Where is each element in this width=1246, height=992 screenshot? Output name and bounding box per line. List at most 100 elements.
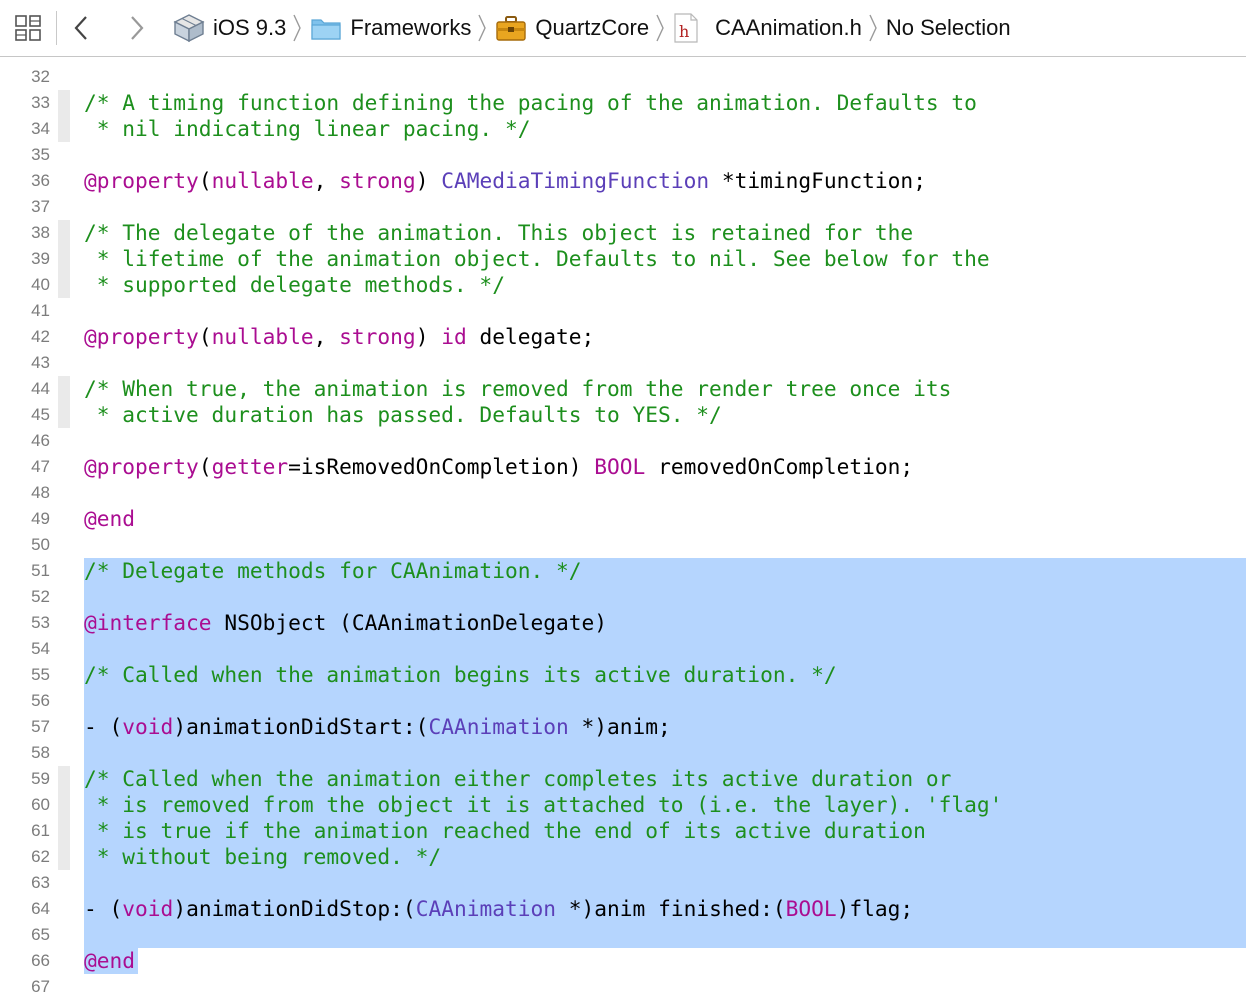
- line-number: 49: [31, 509, 50, 528]
- code-fold-ribbon[interactable]: [58, 480, 70, 506]
- code-fold-ribbon[interactable]: [58, 90, 70, 116]
- chevron-right-icon: [655, 13, 667, 43]
- code-fold-ribbon[interactable]: [58, 272, 70, 298]
- code-fold-ribbon[interactable]: [58, 532, 70, 558]
- comment-token: * nil indicating linear pacing. */: [84, 116, 531, 141]
- code-line[interactable]: 66 @end: [0, 948, 1246, 974]
- framework-toolbox-icon: [495, 14, 527, 42]
- code-line[interactable]: 61 * is true if the animation reached th…: [0, 818, 1246, 844]
- code-line[interactable]: 57 - (void)animationDidStart:(CAAnimation…: [0, 714, 1246, 740]
- related-items-grid-icon[interactable]: [14, 14, 42, 42]
- code-line[interactable]: 55 /* Called when the animation begins it…: [0, 662, 1246, 688]
- code-line[interactable]: 44 /* When true, the animation is removed…: [0, 376, 1246, 402]
- code-fold-ribbon[interactable]: [58, 610, 70, 636]
- code-line[interactable]: 46: [0, 428, 1246, 454]
- code-fold-ribbon[interactable]: [58, 402, 70, 428]
- code-line[interactable]: 56: [0, 688, 1246, 714]
- forward-arrow-icon[interactable]: [127, 13, 147, 43]
- code-line[interactable]: 64 - (void)animationDidStop:(CAAnimation …: [0, 896, 1246, 922]
- code-fold-ribbon[interactable]: [58, 116, 70, 142]
- code-fold-ribbon[interactable]: [58, 818, 70, 844]
- crumb-sdk[interactable]: iOS 9.3: [173, 13, 286, 43]
- code-line[interactable]: 62 * without being removed. */: [0, 844, 1246, 870]
- code-fold-ribbon[interactable]: [58, 220, 70, 246]
- code-fold-ribbon[interactable]: [58, 766, 70, 792]
- code-line[interactable]: 43: [0, 350, 1246, 376]
- code-line[interactable]: 42 @property(nullable, strong) id delegat…: [0, 324, 1246, 350]
- code-line[interactable]: 38 /* The delegate of the animation. This…: [0, 220, 1246, 246]
- code-fold-ribbon[interactable]: [58, 584, 70, 610]
- code-line[interactable]: 36 @property(nullable, strong) CAMediaTim…: [0, 168, 1246, 194]
- code-line[interactable]: 50: [0, 532, 1246, 558]
- code-line[interactable]: 63: [0, 870, 1246, 896]
- crumb-label: Frameworks: [350, 15, 472, 40]
- code-fold-ribbon[interactable]: [58, 948, 70, 974]
- crumb-no-selection[interactable]: No Selection: [886, 15, 1011, 41]
- crumb-quartzcore[interactable]: QuartzCore: [495, 14, 649, 42]
- keyword-token: nullable: [211, 324, 314, 349]
- selection-highlight: [84, 740, 1246, 766]
- code-fold-ribbon[interactable]: [58, 168, 70, 194]
- crumb-header-file[interactable]: h CAAnimation.h: [673, 13, 862, 43]
- comment-token: /* Called when the animation either comp…: [84, 766, 952, 791]
- code-text: * supported delegate methods. */: [84, 272, 505, 298]
- code-fold-ribbon[interactable]: [58, 662, 70, 688]
- code-line[interactable]: 53 @interface NSObject (CAAnimationDelega…: [0, 610, 1246, 636]
- code-line[interactable]: 33 /* A timing function defining the paci…: [0, 90, 1246, 116]
- keyword-token: BOOL: [785, 896, 837, 921]
- code-line[interactable]: 32: [0, 64, 1246, 90]
- code-fold-ribbon[interactable]: [58, 506, 70, 532]
- code-line[interactable]: 39 * lifetime of the animation object. D…: [0, 246, 1246, 272]
- code-line[interactable]: 54: [0, 636, 1246, 662]
- code-line[interactable]: 60 * is removed from the object it is at…: [0, 792, 1246, 818]
- code-fold-ribbon[interactable]: [58, 714, 70, 740]
- code-fold-ribbon[interactable]: [58, 688, 70, 714]
- line-number: 40: [31, 275, 50, 294]
- code-fold-ribbon[interactable]: [58, 974, 70, 992]
- code-line[interactable]: 65: [0, 922, 1246, 948]
- code-line[interactable]: 34 * nil indicating linear pacing. */: [0, 116, 1246, 142]
- code-line[interactable]: 52: [0, 584, 1246, 610]
- code-fold-ribbon[interactable]: [58, 350, 70, 376]
- line-number: 48: [31, 483, 50, 502]
- selection-highlight: [84, 636, 1246, 662]
- code-line[interactable]: 48: [0, 480, 1246, 506]
- code-fold-ribbon[interactable]: [58, 636, 70, 662]
- code-fold-ribbon[interactable]: [58, 896, 70, 922]
- code-fold-ribbon[interactable]: [58, 844, 70, 870]
- code-fold-ribbon[interactable]: [58, 64, 70, 90]
- code-fold-ribbon[interactable]: [58, 194, 70, 220]
- code-fold-ribbon[interactable]: [58, 558, 70, 584]
- line-number: 61: [31, 821, 50, 840]
- code-fold-ribbon[interactable]: [58, 298, 70, 324]
- code-fold-ribbon[interactable]: [58, 454, 70, 480]
- code-line[interactable]: 35: [0, 142, 1246, 168]
- code-fold-ribbon[interactable]: [58, 142, 70, 168]
- code-line[interactable]: 47 @property(getter=isRemovedOnCompletion…: [0, 454, 1246, 480]
- type-token: CAAnimation: [428, 714, 569, 739]
- code-line[interactable]: 41: [0, 298, 1246, 324]
- code-fold-ribbon[interactable]: [58, 246, 70, 272]
- code-line[interactable]: 37: [0, 194, 1246, 220]
- code-line[interactable]: 45 * active duration has passed. Default…: [0, 402, 1246, 428]
- comment-token: * active duration has passed. Defaults t…: [84, 402, 722, 427]
- code-line[interactable]: 51 /* Delegate methods for CAAnimation. *…: [0, 558, 1246, 584]
- code-fold-ribbon[interactable]: [58, 922, 70, 948]
- code-fold-ribbon[interactable]: [58, 428, 70, 454]
- code-line[interactable]: 40 * supported delegate methods. */: [0, 272, 1246, 298]
- code-fold-ribbon[interactable]: [58, 740, 70, 766]
- code-fold-ribbon[interactable]: [58, 870, 70, 896]
- code-text: /* Called when the animation either comp…: [84, 766, 951, 792]
- code-fold-ribbon[interactable]: [58, 792, 70, 818]
- code-token: - (: [84, 896, 123, 921]
- code-line[interactable]: 58: [0, 740, 1246, 766]
- code-fold-ribbon[interactable]: [58, 324, 70, 350]
- code-line[interactable]: 49 @end: [0, 506, 1246, 532]
- code-fold-ribbon[interactable]: [58, 376, 70, 402]
- crumb-frameworks[interactable]: Frameworks: [310, 15, 471, 41]
- source-editor[interactable]: 32 33 /* A timing function defining the pa…: [0, 58, 1246, 992]
- back-arrow-icon[interactable]: [71, 13, 91, 43]
- code-line[interactable]: 59 /* Called when the animation either co…: [0, 766, 1246, 792]
- code-line[interactable]: 67: [0, 974, 1246, 992]
- code-token: (: [198, 324, 212, 349]
